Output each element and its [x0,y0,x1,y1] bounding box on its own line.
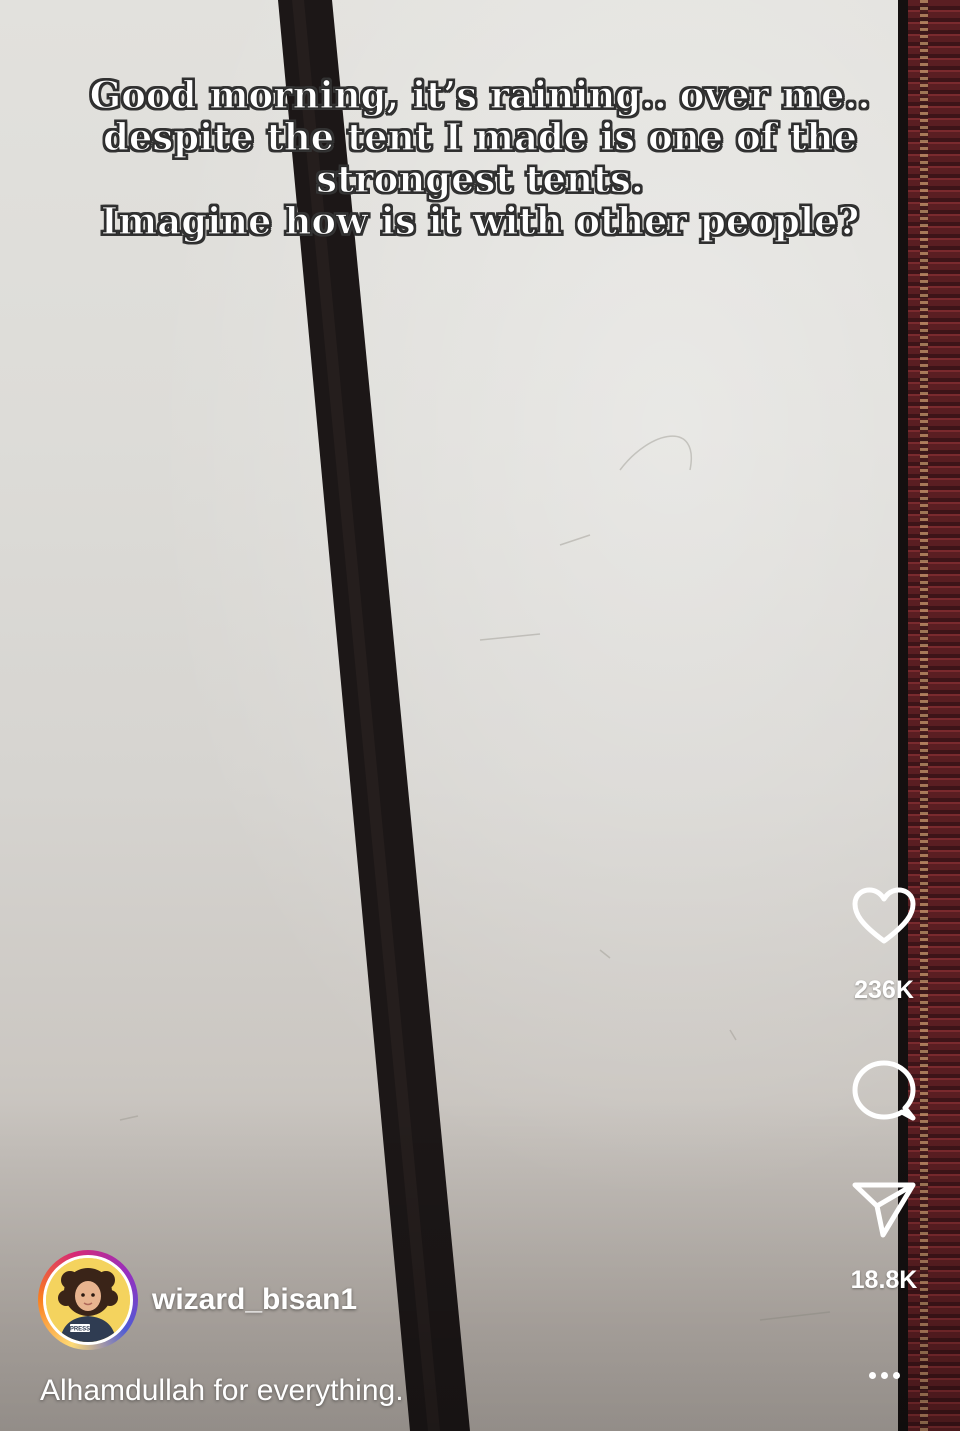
overlay-caption-line: strongest tents. [316,157,645,201]
overlay-caption-line: Good morning, it’s raining.. over me.. [89,73,871,117]
overlay-caption-line: Imagine how is it with other people? [100,199,860,243]
avatar-story-ring[interactable]: PRESS [38,1250,138,1350]
author-username[interactable]: wizard_bisan1 [152,1283,357,1317]
avatar-ring-gap: PRESS [43,1255,133,1345]
more-options-button[interactable] [856,1360,912,1390]
comment-bubble-icon [852,1060,916,1121]
like-button[interactable] [836,886,932,946]
more-options-icon [892,1371,900,1379]
post-description[interactable]: Alhamdullah for everything. [40,1374,404,1408]
avatar: PRESS [46,1258,130,1342]
avatar-illustration: PRESS [46,1258,130,1342]
send-paper-plane-icon [852,1182,916,1238]
more-options-icon [868,1371,876,1379]
avatar-press-badge: PRESS [70,1327,90,1333]
like-count: 236K [854,976,914,1004]
video-overlay-caption: Good morning, it’s raining.. over me.. d… [20,73,940,243]
share-count: 18.8K [850,1266,918,1294]
reel-screen: Good morning, it’s raining.. over me.. d… [0,0,960,1431]
comment-button[interactable] [836,1058,932,1124]
more-options-icon [880,1371,888,1379]
share-button[interactable] [836,1178,932,1240]
heart-icon [852,887,916,944]
overlay-caption-line: despite the tent I made is one of the [102,115,857,159]
